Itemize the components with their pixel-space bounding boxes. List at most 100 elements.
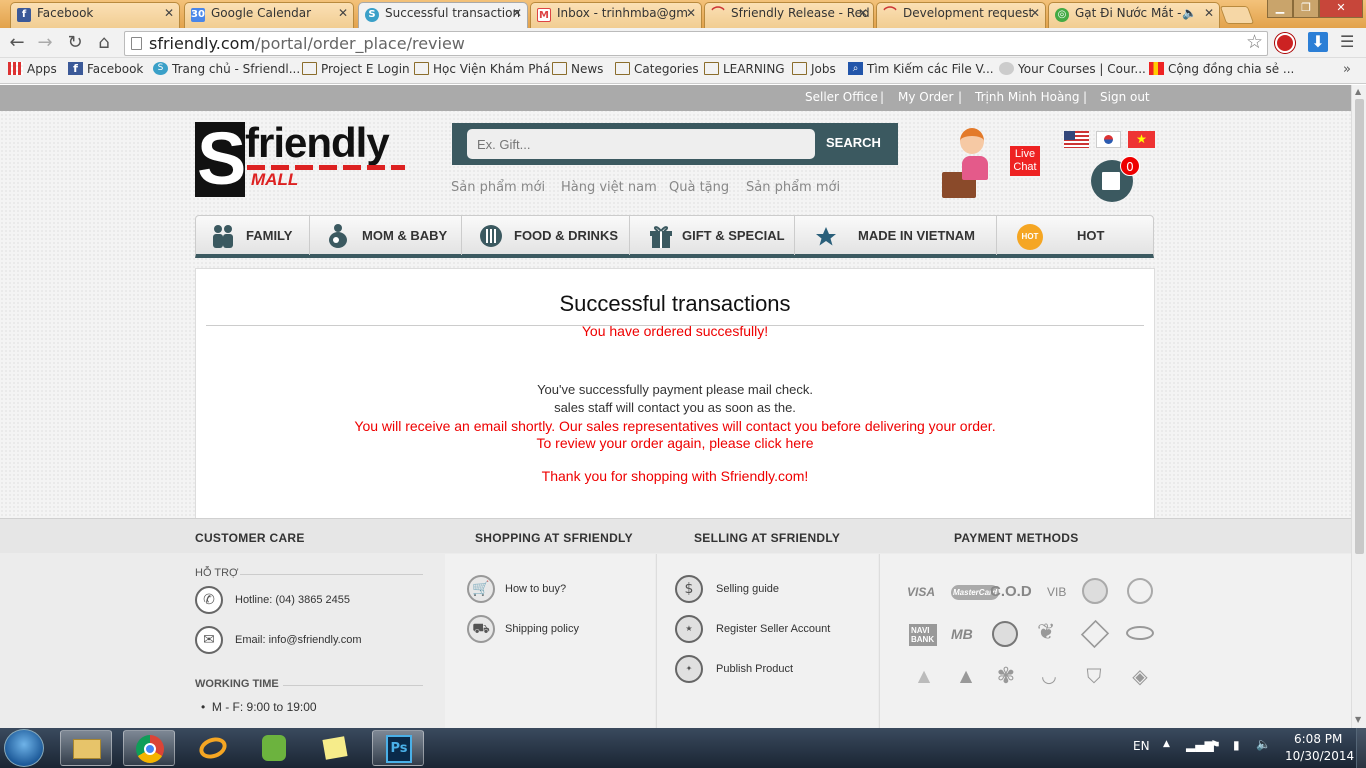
sfriendly-logo[interactable]: S friendly MALL <box>195 117 410 200</box>
close-icon[interactable]: ✕ <box>686 6 696 20</box>
seller-office-link[interactable]: Seller Office <box>805 90 878 104</box>
reload-button[interactable]: ↻ <box>64 32 86 54</box>
bookmark-news[interactable]: News <box>552 62 603 76</box>
url-host: sfriendly.com <box>149 34 256 53</box>
speaker-icon: 🔈 <box>1182 6 1197 20</box>
username-link[interactable]: Trịnh Minh Hoàng <box>975 90 1080 104</box>
flag-icon[interactable]: ⚑ <box>1210 738 1221 752</box>
bookmark-tim-kiem[interactable]: ⌕ Tìm Kiếm các File V... <box>848 62 994 76</box>
nav-mom-baby[interactable]: MOM & BABY <box>310 216 462 255</box>
sign-out-link[interactable]: Sign out <box>1100 90 1150 104</box>
chrome-taskbar-icon[interactable] <box>123 730 175 766</box>
close-icon[interactable]: ✕ <box>858 6 868 20</box>
bank-logo-icon: ◈ <box>1132 664 1148 688</box>
tab-development-request[interactable]: ⌒ Development request ✕ <box>876 2 1046 28</box>
extension-power-icon[interactable] <box>1275 33 1295 53</box>
close-icon[interactable]: ✕ <box>338 6 348 20</box>
close-icon[interactable]: ✕ <box>1030 6 1040 20</box>
nav-made-in-vietnam[interactable]: MADE IN VIETNAM <box>795 216 997 255</box>
tab-music[interactable]: ◎ Gạt Đi Nước Mắt - 🔈 ✕ <box>1048 2 1220 28</box>
clock-time[interactable]: 6:08 PM <box>1294 732 1342 746</box>
us-flag-icon[interactable] <box>1064 131 1089 148</box>
tab-successful-transaction[interactable]: S Successful transaction ✕ <box>358 2 528 28</box>
show-hidden-icons[interactable]: ▲ <box>1163 739 1170 749</box>
bookmark-label: Project E Login <box>321 62 410 76</box>
bookmark-apps[interactable]: Apps <box>8 62 57 76</box>
bookmark-learning[interactable]: LEARNING <box>704 62 785 76</box>
selling-heading: SELLING AT SFRIENDLY <box>694 531 841 545</box>
bookmark-project-e[interactable]: Project E Login <box>302 62 410 76</box>
new-tab-button[interactable] <box>1219 6 1255 24</box>
nav-gift-special[interactable]: GIFT & SPECIAL <box>630 216 795 255</box>
publish-product-link[interactable]: Publish Product <box>716 663 793 675</box>
photoshop-taskbar-icon[interactable]: Ps <box>372 730 424 766</box>
review-order-link[interactable]: To review your order again, please click… <box>196 435 1154 451</box>
nav-hot[interactable]: HOT HOT <box>997 216 1154 255</box>
vietnam-flag-icon[interactable]: ★ <box>1128 131 1155 148</box>
transaction-result-panel: Successful transactions You have ordered… <box>195 268 1155 520</box>
shipping-policy-link[interactable]: Shipping policy <box>505 623 579 635</box>
avatar-body <box>962 156 988 180</box>
search-input[interactable] <box>467 129 815 159</box>
download-icon[interactable]: ⬇ <box>1308 32 1328 52</box>
web-page: Seller Office | My Order | Trịnh Minh Ho… <box>0 85 1351 728</box>
sublink-new-products[interactable]: Sản phẩm mới <box>451 180 545 195</box>
start-button[interactable] <box>4 729 44 767</box>
sublink-new-products-2[interactable]: Sản phẩm mới <box>746 180 840 195</box>
email-text[interactable]: Email: info@sfriendly.com <box>235 634 362 646</box>
best-badge-icon: ★ <box>675 615 703 643</box>
scrollbar-thumb[interactable] <box>1355 99 1364 554</box>
more-bookmarks-icon[interactable]: » <box>1343 62 1351 77</box>
cart-icon: 🛒 <box>467 575 495 603</box>
app-taskbar-icon[interactable] <box>187 730 239 766</box>
address-bar[interactable]: sfriendly.com/portal/order_place/review … <box>124 31 1268 56</box>
explorer-taskbar-icon[interactable] <box>60 730 112 766</box>
live-chat-widget[interactable]: Live Chat <box>938 120 1040 202</box>
forward-button[interactable]: → <box>34 32 56 54</box>
live-chat-label[interactable]: Live Chat <box>1010 146 1040 176</box>
bookmark-trang-chu[interactable]: S Trang chủ - Sfriendl... <box>153 62 300 76</box>
volume-icon[interactable]: 🔈 <box>1256 737 1271 751</box>
bookmark-cong-dong[interactable]: Cộng đồng chia sẻ ... <box>1149 62 1294 76</box>
bookmark-hoc-vien[interactable]: Học Viện Khám Phá <box>414 62 550 76</box>
tab-facebook[interactable]: f Facebook ✕ <box>10 2 180 28</box>
page-scrollbar[interactable]: ▲ ▼ <box>1351 85 1366 728</box>
minimize-button[interactable]: ▁ <box>1267 0 1293 18</box>
star-icon[interactable]: ☆ <box>1246 31 1263 54</box>
close-icon[interactable]: ✕ <box>164 6 174 20</box>
tab-sfriendly-release[interactable]: ⌒ Sfriendly Release - Red ✕ <box>704 2 874 28</box>
search-button[interactable]: SEARCH <box>826 135 881 150</box>
bookmark-facebook[interactable]: f Facebook <box>68 62 143 76</box>
sublink-gifts[interactable]: Quà tặng <box>669 180 729 195</box>
korea-flag-icon[interactable] <box>1096 131 1121 148</box>
clock-date[interactable]: 10/30/2014 <box>1285 749 1354 763</box>
nav-family[interactable]: FAMILY <box>196 216 310 255</box>
mail-icon: ✉ <box>195 626 223 654</box>
register-seller-link[interactable]: Register Seller Account <box>716 623 830 635</box>
close-window-button[interactable]: ✕ <box>1319 0 1363 18</box>
home-icon[interactable]: ⌂ <box>93 32 115 54</box>
how-to-buy-link[interactable]: How to buy? <box>505 583 566 595</box>
tab-google-calendar[interactable]: 30 Google Calendar ✕ <box>184 2 354 28</box>
back-button[interactable]: ← <box>6 32 28 54</box>
show-desktop-button[interactable] <box>1356 728 1366 768</box>
nav-food-drinks[interactable]: FOOD & DRINKS <box>462 216 630 255</box>
sublink-vietnam-goods[interactable]: Hàng việt nam <box>561 180 657 195</box>
sticky-notes-taskbar-icon[interactable] <box>310 730 362 766</box>
tab-label: Sfriendly Release - Red <box>731 6 870 20</box>
tab-gmail[interactable]: M Inbox - trinhmba@gm ✕ <box>530 2 702 28</box>
my-order-link[interactable]: My Order <box>898 90 953 104</box>
close-icon[interactable]: ✕ <box>512 6 522 20</box>
bookmark-jobs[interactable]: Jobs <box>792 62 836 76</box>
scroll-down-arrow[interactable]: ▼ <box>1355 715 1361 724</box>
scroll-up-arrow[interactable]: ▲ <box>1355 87 1361 96</box>
menu-icon[interactable]: ☰ <box>1340 34 1358 50</box>
bookmark-coursera[interactable]: Your Courses | Cour... <box>999 62 1146 76</box>
close-icon[interactable]: ✕ <box>1204 6 1214 20</box>
power-icon[interactable]: ▮ <box>1233 738 1240 752</box>
evernote-taskbar-icon[interactable] <box>248 730 300 766</box>
language-indicator[interactable]: EN <box>1133 739 1150 753</box>
bookmark-categories[interactable]: Categories <box>615 62 699 76</box>
restore-button[interactable]: ❐ <box>1293 0 1319 18</box>
selling-guide-link[interactable]: Selling guide <box>716 583 779 595</box>
